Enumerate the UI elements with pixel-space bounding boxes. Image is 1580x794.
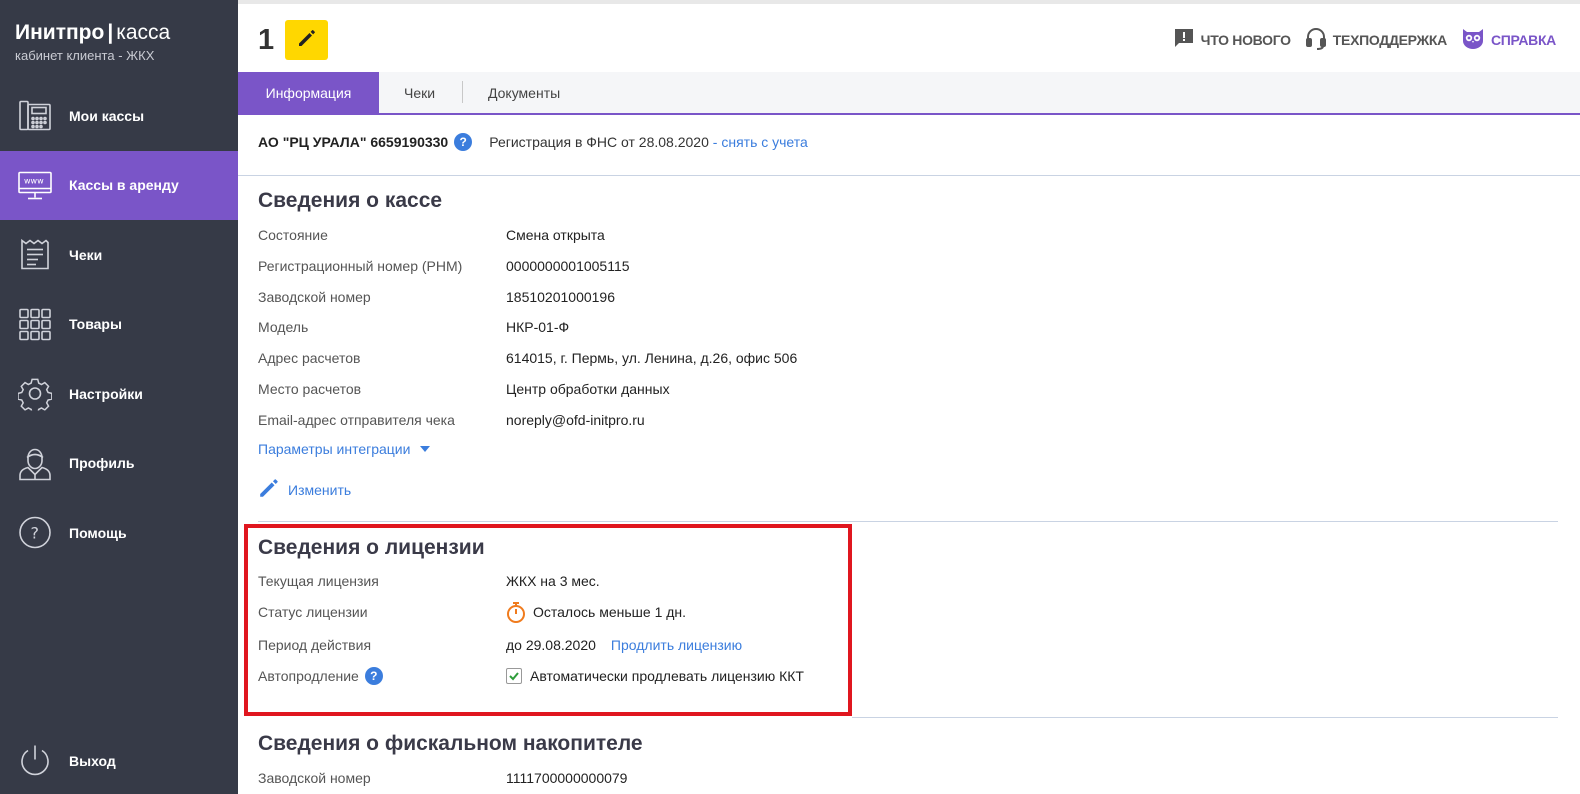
sidebar-item-settings[interactable]: Настройки <box>0 359 238 429</box>
info-row-rnm: Регистрационный номер (РНМ) 000000000100… <box>258 256 858 276</box>
sidebar-item-help[interactable]: ? Помощь <box>0 498 238 568</box>
sidebar-item-my-kassas[interactable]: Мои кассы <box>0 81 238 151</box>
sidebar-item-label: Профиль <box>69 455 135 472</box>
row-value: 0000000001005115 <box>506 258 630 274</box>
info-row-serial: Заводской номер 18510201000196 <box>258 287 858 307</box>
row-label: Адрес расчетов <box>258 350 361 366</box>
divider <box>852 717 1558 718</box>
row-value: НКР-01-Ф <box>506 319 570 335</box>
header: 1 Что нового Техподдержка <box>238 0 1580 72</box>
help-label: Справка <box>1490 31 1556 48</box>
info-row-address: Адрес расчетов 614015, г. Пермь, ул. Лен… <box>258 348 858 368</box>
cash-register-icon <box>17 98 52 133</box>
row-label: Место расчетов <box>258 381 362 397</box>
sidebar-item-label: Чеки <box>69 246 103 263</box>
sidebar-item-label: Мои кассы <box>69 107 145 124</box>
row-label: Заводской номер <box>258 770 371 786</box>
unregister-separator: - <box>708 134 722 150</box>
question-icon: ? <box>17 515 52 550</box>
edit-kassa-name-button[interactable] <box>285 20 328 60</box>
registration-text: Регистрация в ФНС от 28.08.2020 <box>489 134 709 150</box>
info-row-email: Email-адрес отправителя чека noreply@ofd… <box>258 410 858 430</box>
app: Инитпро | касса кабинет клиента - ЖКХ Мои … <box>0 0 1580 794</box>
row-label: Регистрационный номер (РНМ) <box>258 258 463 274</box>
change-label: Изменить <box>288 481 352 498</box>
caret-down-icon <box>420 446 431 452</box>
divider <box>238 175 1580 176</box>
brand-separator: | <box>107 21 114 44</box>
fiscal-info-title: Сведения о фискальном накопителе <box>258 732 643 755</box>
header-links: Что нового Техподдержка Справка <box>1173 26 1556 53</box>
whats-new-link[interactable]: Что нового <box>1173 27 1291 52</box>
info-row-model: Модель НКР-01-Ф <box>258 317 858 337</box>
monitor-www-icon: www <box>17 168 52 203</box>
organization-name: АО "РЦ УРАЛА" 6659190330 <box>258 134 449 150</box>
sidebar-item-label: Кассы в аренду <box>69 177 179 194</box>
fiscal-row-serial: Заводской номер 1111700000000079 <box>258 768 858 788</box>
sidebar-item-products[interactable]: Товары <box>0 290 238 360</box>
support-link[interactable]: Техподдержка <box>1305 26 1447 53</box>
organization-line: АО "РЦ УРАЛА" 6659190330 ? Регистрация в… <box>258 133 808 151</box>
sidebar-item-label: Помощь <box>69 524 127 541</box>
brand-name: Инитпро <box>15 21 105 44</box>
brand-title: Инитпро | касса <box>15 20 170 46</box>
brand-subtitle: кабинет клиента - ЖКХ <box>15 48 155 63</box>
power-icon <box>17 743 52 778</box>
sidebar-item-logout[interactable]: Выход <box>0 727 238 794</box>
tab-bar: Информация Чеки Документы <box>238 72 1580 115</box>
tab-documents[interactable]: Документы <box>488 72 560 113</box>
row-value: Смена открыта <box>506 227 605 243</box>
unregister-link[interactable]: снять с учета <box>721 134 807 150</box>
headset-icon <box>1305 26 1327 53</box>
announcement-icon <box>1173 27 1195 52</box>
integration-params-toggle[interactable]: Параметры интеграции <box>258 441 431 457</box>
info-row-place: Место расчетов Центр обработки данных <box>258 379 858 399</box>
row-value: 1111700000000079 <box>506 770 628 786</box>
brand-product: касса <box>116 21 171 44</box>
sidebar: Инитпро | касса кабинет клиента - ЖКХ Мои … <box>0 0 238 794</box>
whats-new-label: Что нового <box>1200 31 1291 48</box>
grid-icon <box>17 307 52 342</box>
sidebar-nav: Мои кассы www Кассы в аренду Чеки Товары… <box>0 81 238 568</box>
user-icon <box>17 446 52 481</box>
highlight-frame <box>244 524 852 716</box>
question-icon[interactable]: ? <box>454 133 473 151</box>
row-label: Email-адрес отправителя чека <box>258 412 455 428</box>
pencil-icon <box>297 28 317 53</box>
tab-info[interactable]: Информация <box>238 72 379 113</box>
kassa-number: 1 <box>258 24 275 56</box>
support-label: Техподдержка <box>1332 31 1447 48</box>
sidebar-item-label: Товары <box>69 316 122 333</box>
brand[interactable]: Инитпро | касса кабинет клиента - ЖКХ <box>15 20 170 63</box>
row-value: 614015, г. Пермь, ул. Ленина, д.26, офис… <box>506 350 798 366</box>
row-value: noreply@ofd-initpro.ru <box>506 412 645 428</box>
divider <box>258 521 1558 522</box>
logout-label: Выход <box>69 752 116 769</box>
info-row-state: Состояние Смена открыта <box>258 225 858 245</box>
sidebar-item-label: Настройки <box>69 385 143 402</box>
row-label: Состояние <box>258 227 328 243</box>
row-label: Заводской номер <box>258 289 371 305</box>
tab-divider <box>462 81 463 103</box>
receipt-icon <box>17 237 52 272</box>
sidebar-item-profile[interactable]: Профиль <box>0 429 238 499</box>
svg-text:www: www <box>24 176 44 185</box>
help-link[interactable]: Справка <box>1461 27 1556 52</box>
sidebar-item-receipts[interactable]: Чеки <box>0 220 238 290</box>
svg-text:?: ? <box>30 524 39 543</box>
owl-icon <box>1461 27 1485 52</box>
integration-params-label: Параметры интеграции <box>258 441 411 457</box>
sidebar-item-rental-kassas[interactable]: www Кассы в аренду <box>0 150 238 220</box>
pencil-icon <box>258 477 280 502</box>
row-value: Центр обработки данных <box>506 381 670 397</box>
kassa-info-title: Сведения о кассе <box>258 189 443 212</box>
row-label: Модель <box>258 319 309 335</box>
gear-icon <box>17 376 52 411</box>
row-value: 18510201000196 <box>506 289 616 305</box>
change-kassa-link[interactable]: Изменить <box>258 477 351 502</box>
tab-receipts[interactable]: Чеки <box>404 72 435 113</box>
